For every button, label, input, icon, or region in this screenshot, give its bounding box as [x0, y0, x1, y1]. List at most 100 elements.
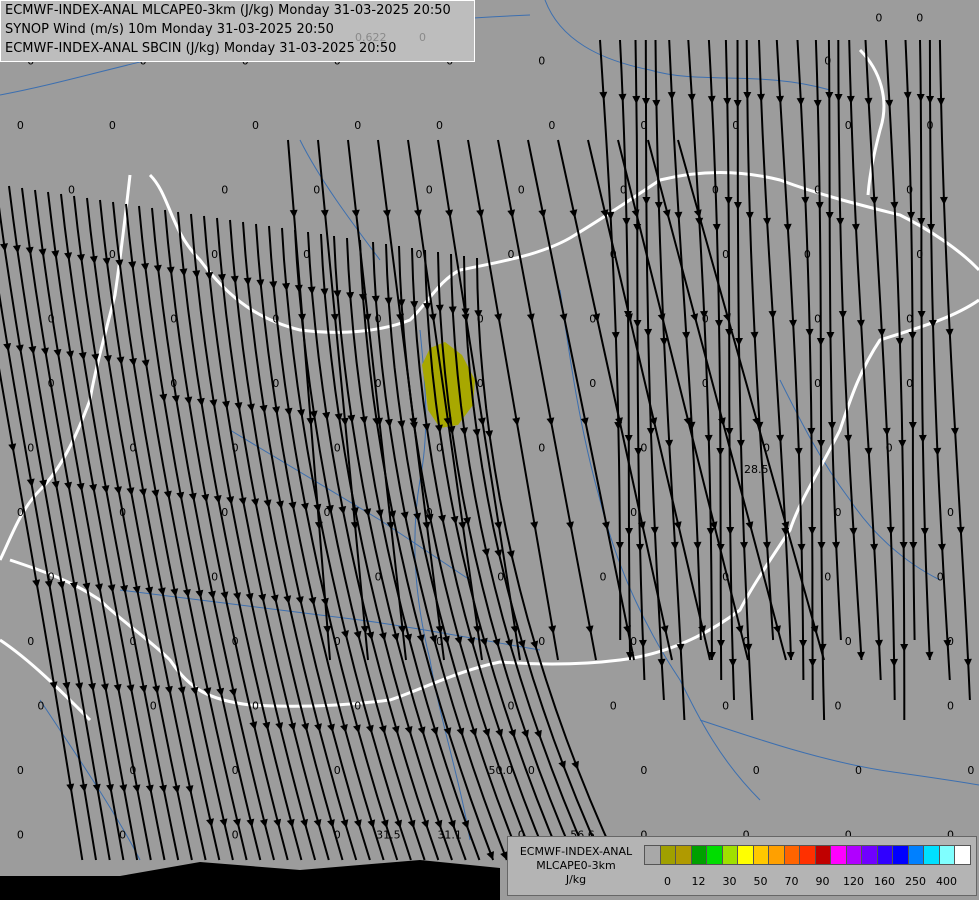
- station-value: 0: [119, 829, 126, 842]
- station-value: 0: [170, 313, 177, 326]
- station-value: 0: [814, 377, 821, 390]
- station-value: 0: [375, 571, 382, 584]
- station-value: 0: [702, 313, 709, 326]
- legend-swatch: [954, 845, 971, 865]
- station-value: 0: [129, 764, 136, 777]
- station-value: 0: [906, 184, 913, 197]
- station-value: 0: [620, 184, 627, 197]
- weather-map: 0 0 0 0 0 0 0 0 0 0 0 0 0 0 0 0 0 0 0 0 0 0 0 0 0 0 0 0 0 0 0 0 0 0 0 0 0 0 0 0…: [0, 0, 979, 900]
- station-value: 0: [743, 635, 750, 648]
- station-value: 0: [732, 119, 739, 132]
- station-value: 0: [538, 635, 545, 648]
- station-value: 0: [436, 635, 443, 648]
- station-value: 0: [436, 442, 443, 455]
- station-value: 0: [303, 248, 310, 261]
- legend-title: ECMWF-INDEX-ANAL: [519, 845, 633, 858]
- station-value: 0: [497, 571, 504, 584]
- legend-swatch: [876, 845, 894, 865]
- station-value: 0: [875, 12, 882, 25]
- station-value: 0: [702, 377, 709, 390]
- station-value: 0: [835, 700, 842, 713]
- station-value: 0: [845, 635, 852, 648]
- station-value: 0: [375, 313, 382, 326]
- legend-swatch: [675, 845, 692, 865]
- legend-subtitle: MLCAPE0-3km: [536, 859, 616, 872]
- station-value: 0: [722, 700, 729, 713]
- legend-swatch: [892, 845, 909, 865]
- station-value: 0: [548, 119, 555, 132]
- station-value: 31.5: [376, 829, 401, 842]
- station-value: 0: [538, 55, 545, 68]
- legend-swatch: [799, 845, 816, 865]
- station-value: 0: [600, 571, 607, 584]
- station-value: 31.1: [437, 829, 462, 842]
- station-value: 0: [835, 506, 842, 519]
- station-value: 0: [17, 506, 24, 519]
- station-value: 0: [886, 442, 893, 455]
- station-value: 0: [48, 377, 55, 390]
- station-value: 0: [916, 248, 923, 261]
- station-value: 0: [221, 506, 228, 519]
- station-value: 0: [640, 764, 647, 777]
- station-value: 0: [477, 377, 484, 390]
- station-value: 0: [640, 119, 647, 132]
- legend-unit: J/kg: [565, 873, 587, 886]
- station-value: 0: [589, 377, 596, 390]
- station-value: 0: [906, 313, 913, 326]
- station-value: 0: [763, 442, 770, 455]
- legend-swatch: [644, 845, 661, 865]
- station-value: 0: [334, 635, 341, 648]
- station-value: 0: [589, 313, 596, 326]
- station-value: 0: [324, 506, 331, 519]
- station-value: 0: [947, 700, 954, 713]
- station-value: 0: [814, 313, 821, 326]
- legend-swatch: [814, 845, 832, 865]
- station-value: 0: [272, 313, 279, 326]
- station-value: 0: [753, 764, 760, 777]
- legend-swatch: [830, 845, 847, 865]
- station-value: 0: [416, 248, 423, 261]
- station-value: 0: [947, 506, 954, 519]
- header-line-wind: SYNOP Wind (m/s) 10m Monday 31-03-2025 2…: [5, 22, 334, 37]
- station-value: 0: [17, 764, 24, 777]
- station-value: 0: [27, 635, 34, 648]
- legend-swatch: [923, 845, 940, 865]
- station-value: 0: [48, 571, 55, 584]
- legend-swatch: [706, 845, 723, 865]
- station-value: 0: [109, 248, 116, 261]
- station-value: 0: [814, 184, 821, 197]
- station-value: 0: [313, 184, 320, 197]
- station-value: 28.5: [744, 463, 769, 476]
- station-value: 0: [630, 635, 637, 648]
- map-header: ECMWF-INDEX-ANAL MLCAPE0-3km (J/kg) Mond…: [0, 0, 475, 62]
- legend-swatch: [768, 845, 785, 865]
- station-value: 0: [804, 248, 811, 261]
- station-value: 0: [17, 119, 24, 132]
- station-value: 0: [610, 248, 617, 261]
- legend-tick-label: 400: [936, 875, 957, 888]
- station-value: 0: [855, 764, 862, 777]
- station-value: 0: [232, 442, 239, 455]
- station-value: 0: [630, 506, 637, 519]
- station-value: 0: [477, 313, 484, 326]
- station-value: 0: [426, 506, 433, 519]
- legend-swatch: [845, 845, 863, 865]
- station-value: 0: [508, 248, 515, 261]
- station-value: 0: [518, 184, 525, 197]
- station-value: 0: [334, 829, 341, 842]
- station-value: 0: [211, 571, 218, 584]
- header-line-cin: ECMWF-INDEX-ANAL SBCIN (J/kg) Monday 31-…: [5, 41, 397, 56]
- legend-swatch: [907, 845, 925, 865]
- station-value: 0: [354, 119, 361, 132]
- map-viewer: 0 0 0 0 0 0 0 0 0 0 0 0 0 0 0 0 0 0 0 0 0 0 0 0 0 0 0 0 0 0 0 0 0 0 0 0 0 0 0 0…: [0, 0, 979, 900]
- station-value: 0: [129, 635, 136, 648]
- station-value: 0: [48, 313, 55, 326]
- station-value: 0: [17, 829, 24, 842]
- station-value: 0: [824, 571, 831, 584]
- header-line-cape: ECMWF-INDEX-ANAL MLCAPE0-3km (J/kg) Mond…: [5, 3, 451, 18]
- station-value: 0: [129, 442, 136, 455]
- station-value: 0: [937, 571, 944, 584]
- station-value: 0: [221, 184, 228, 197]
- color-legend: ECMWF-INDEX-ANAL MLCAPE0-3km J/kg 0 12 30 5…: [507, 836, 977, 896]
- station-value: 0: [37, 700, 44, 713]
